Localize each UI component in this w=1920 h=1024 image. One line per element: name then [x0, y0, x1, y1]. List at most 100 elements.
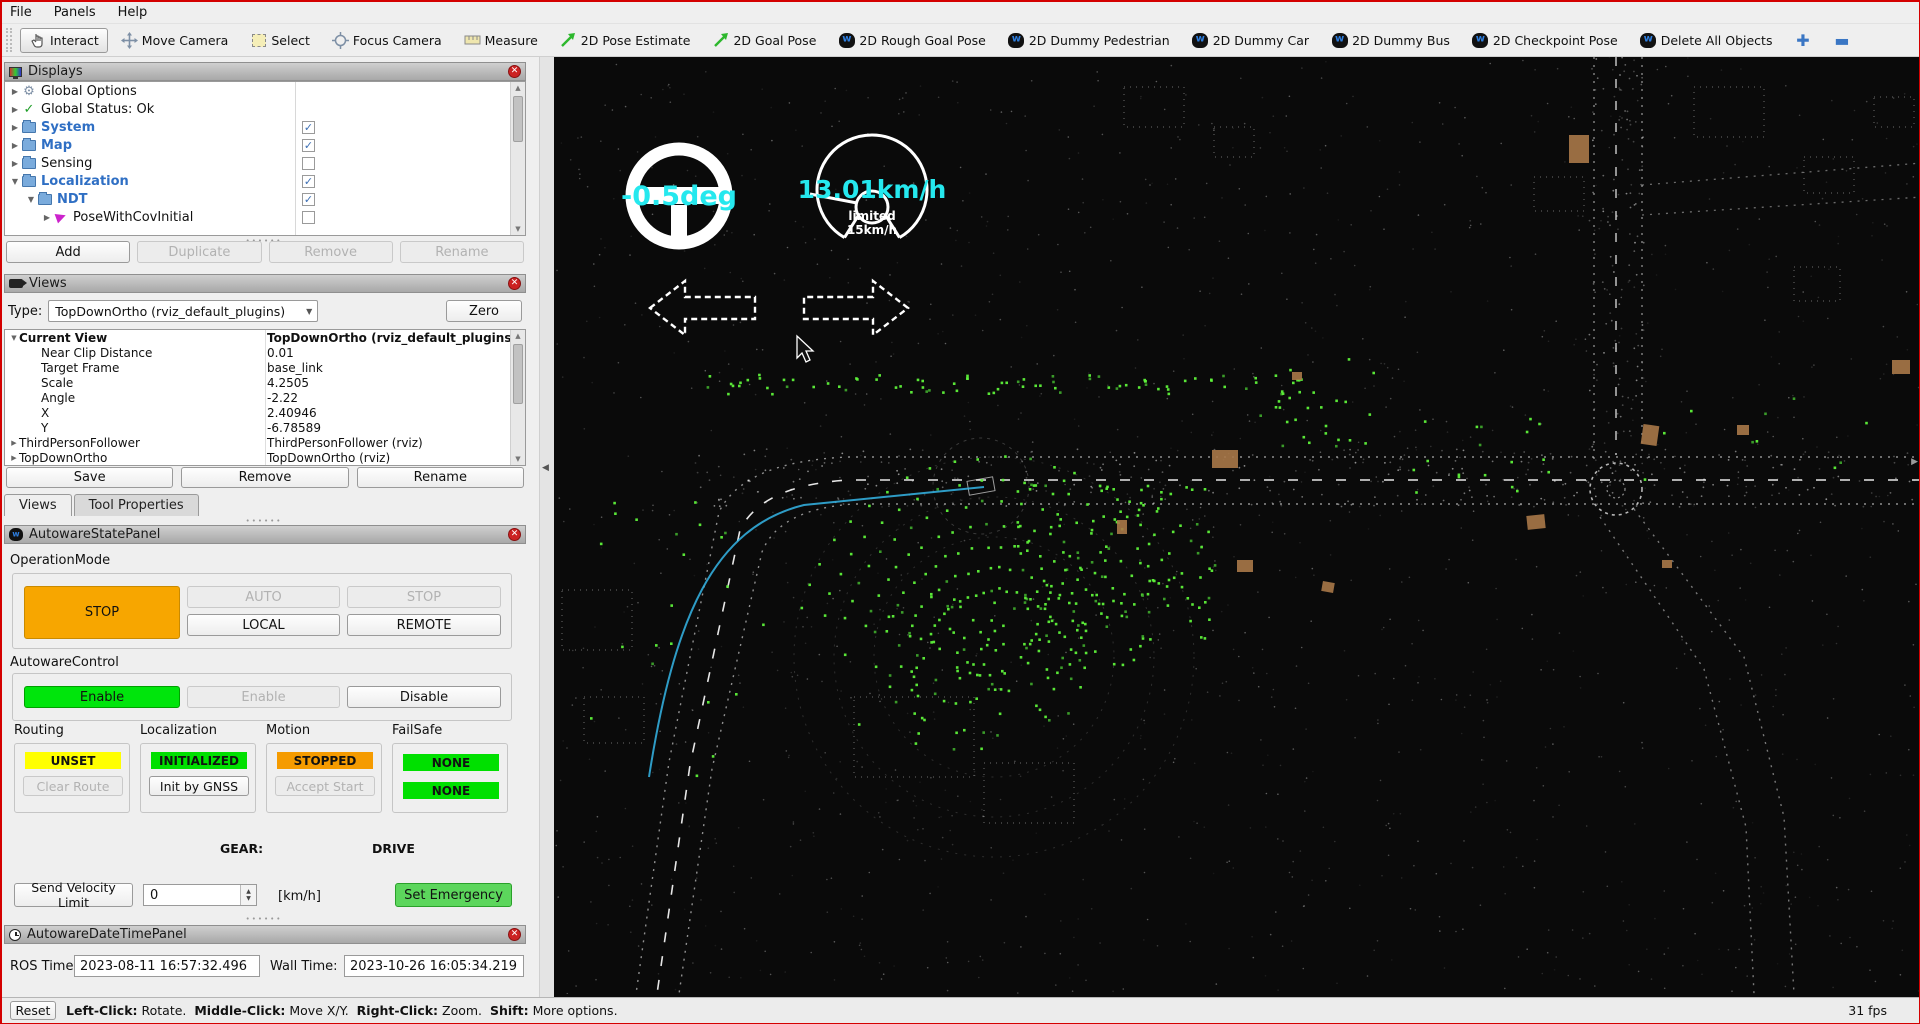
- velocity-limit-spinbox[interactable]: 0 ▲▼: [143, 884, 257, 906]
- spinbox-arrows-icon[interactable]: ▲▼: [240, 885, 256, 905]
- remove-display-button[interactable]: Remove: [269, 241, 393, 263]
- prop-value[interactable]: base_link: [263, 361, 525, 375]
- remove-view-button[interactable]: Remove: [181, 467, 348, 488]
- prop-value[interactable]: -6.78589: [263, 421, 525, 435]
- view-prop-target-frame[interactable]: Target Framebase_link: [5, 360, 525, 375]
- view-prop-near-clip-distance[interactable]: Near Clip Distance0.01: [5, 345, 525, 360]
- control-enable-button[interactable]: Enable: [24, 686, 180, 708]
- tool-measure-button[interactable]: Measure: [455, 28, 547, 53]
- tree-row-checkbox[interactable]: ✓: [302, 193, 315, 206]
- collapse-right-icon[interactable]: ▶: [1911, 457, 1918, 467]
- tool-2d-dummy-car-button[interactable]: w2D Dummy Car: [1183, 28, 1318, 53]
- collapse-arrow-icon[interactable]: ▶: [9, 141, 21, 150]
- close-icon[interactable]: ✕: [508, 528, 521, 541]
- tool-2d-goal-pose-button[interactable]: 2D Goal Pose: [703, 28, 825, 53]
- view-prop-y[interactable]: Y-6.78589: [5, 420, 525, 435]
- set-emergency-button[interactable]: Set Emergency: [395, 883, 512, 907]
- tree-row-checkbox[interactable]: ✓: [302, 139, 315, 152]
- tool-minus-button[interactable]: ▬: [1824, 28, 1859, 53]
- view-prop-x[interactable]: X2.40946: [5, 405, 525, 420]
- tree-row-localization[interactable]: ▼Localization✓: [5, 172, 525, 190]
- ros-time-field[interactable]: 2023-08-11 16:57:32.496: [74, 955, 260, 977]
- tab-views[interactable]: Views: [4, 494, 72, 516]
- tree-row-system[interactable]: ▶System✓: [5, 118, 525, 136]
- tree-row-checkbox[interactable]: ✓: [302, 175, 315, 188]
- collapse-arrow-icon[interactable]: ▶: [9, 105, 21, 114]
- prop-value[interactable]: -2.22: [263, 391, 525, 405]
- prop-value[interactable]: TopDownOrtho (rviz_default_plugins: [263, 331, 525, 345]
- menu-file[interactable]: File: [10, 5, 32, 20]
- menu-help[interactable]: Help: [118, 5, 148, 20]
- tool-plus-button[interactable]: ✚: [1785, 28, 1820, 53]
- reset-button[interactable]: Reset: [10, 1001, 56, 1020]
- operation-local-button[interactable]: LOCAL: [187, 614, 340, 636]
- prop-value[interactable]: TopDownOrtho (rviz): [263, 451, 525, 465]
- collapse-arrow-icon[interactable]: ▶: [9, 87, 21, 96]
- rename-view-button[interactable]: Rename: [357, 467, 524, 488]
- close-icon[interactable]: ✕: [508, 928, 521, 941]
- tree-row-checkbox[interactable]: [302, 211, 315, 224]
- rename-display-button[interactable]: Rename: [400, 241, 524, 263]
- expand-arrow-icon[interactable]: ▼: [9, 177, 21, 186]
- tool-2d-dummy-bus-button[interactable]: w2D Dummy Bus: [1322, 28, 1459, 53]
- displays-panel-titlebar[interactable]: Displays ✕: [4, 62, 526, 81]
- collapse-left-icon[interactable]: ◀: [542, 463, 549, 473]
- tool-select-button[interactable]: Select: [241, 28, 319, 53]
- displays-tree-scrollbar[interactable]: ▲▼: [510, 82, 525, 235]
- expand-arrow-icon[interactable]: ▼: [25, 195, 37, 204]
- collapse-arrow-icon[interactable]: ▶: [9, 159, 21, 168]
- view-prop-topdownortho[interactable]: ▶TopDownOrthoTopDownOrtho (rviz): [5, 450, 525, 465]
- autoware-state-panel-titlebar[interactable]: w AutowareStatePanel ✕: [4, 525, 526, 544]
- tool-interact-button[interactable]: Interact: [20, 28, 108, 53]
- tree-row-map[interactable]: ▶Map✓: [5, 136, 525, 154]
- duplicate-display-button[interactable]: Duplicate: [137, 241, 261, 263]
- init-by-gnss-button[interactable]: Init by GNSS: [149, 776, 249, 796]
- splitter-handle[interactable]: ••••••: [2, 517, 526, 525]
- tree-row-global-options[interactable]: ▶⚙Global Options: [5, 82, 525, 100]
- zero-button[interactable]: Zero: [446, 300, 522, 322]
- row-arrow-icon[interactable]: ▼: [9, 334, 19, 342]
- row-arrow-icon[interactable]: ▶: [9, 454, 19, 462]
- tool-2d-dummy-pedestrian-button[interactable]: w2D Dummy Pedestrian: [999, 28, 1179, 53]
- view-prop-scale[interactable]: Scale4.2505: [5, 375, 525, 390]
- operation-auto-button[interactable]: AUTO: [187, 586, 340, 608]
- collapse-arrow-icon[interactable]: ▶: [41, 213, 53, 222]
- tree-row-posewithcovinitial[interactable]: ▶PoseWithCovInitial: [5, 208, 525, 226]
- view-type-combobox[interactable]: TopDownOrtho (rviz_default_plugins) ▼: [48, 300, 318, 322]
- tool-delete-all-objects-button[interactable]: wDelete All Objects: [1631, 28, 1782, 53]
- menu-panels[interactable]: Panels: [54, 5, 96, 20]
- close-icon[interactable]: ✕: [508, 277, 521, 290]
- close-icon[interactable]: ✕: [508, 65, 521, 78]
- views-panel-titlebar[interactable]: Views ✕: [4, 274, 526, 293]
- tool-2d-rough-goal-pose-button[interactable]: w2D Rough Goal Pose: [829, 28, 994, 53]
- tree-row-checkbox[interactable]: [302, 157, 315, 170]
- prop-value[interactable]: 2.40946: [263, 406, 525, 420]
- tool-focus-camera-button[interactable]: Focus Camera: [323, 28, 451, 53]
- tree-row-checkbox[interactable]: ✓: [302, 121, 315, 134]
- control-disable-button[interactable]: Disable: [347, 686, 501, 708]
- toolbar-grip[interactable]: [6, 28, 12, 52]
- clear-route-button[interactable]: Clear Route: [23, 776, 123, 796]
- 3d-viewport[interactable]: -0.5deg 13.01km/h limited15km/h ▶: [554, 57, 1919, 997]
- tool-2d-checkpoint-pose-button[interactable]: w2D Checkpoint Pose: [1463, 28, 1627, 53]
- control-enable-disabled-button[interactable]: Enable: [187, 686, 340, 708]
- row-arrow-icon[interactable]: ▶: [9, 439, 19, 447]
- collapse-arrow-icon[interactable]: ▶: [9, 123, 21, 132]
- view-prop-current-view[interactable]: ▼Current ViewTopDownOrtho (rviz_default_…: [5, 330, 525, 345]
- tree-row-sensing[interactable]: ▶Sensing: [5, 154, 525, 172]
- views-table-scrollbar[interactable]: ▲▼: [510, 330, 525, 465]
- save-view-button[interactable]: Save: [6, 467, 173, 488]
- prop-value[interactable]: 4.2505: [263, 376, 525, 390]
- splitter-handle[interactable]: ••••••: [2, 915, 526, 923]
- panel-collapse-strip[interactable]: ◀: [539, 57, 554, 997]
- view-prop-angle[interactable]: Angle-2.22: [5, 390, 525, 405]
- tree-row-global-status-ok[interactable]: ▶✓Global Status: Ok: [5, 100, 525, 118]
- operation-remote-button[interactable]: REMOTE: [347, 614, 501, 636]
- tab-tool-properties[interactable]: Tool Properties: [74, 494, 199, 516]
- add-display-button[interactable]: Add: [6, 241, 130, 263]
- accept-start-button[interactable]: Accept Start: [275, 776, 375, 796]
- wall-time-field[interactable]: 2023-10-26 16:05:34.219: [344, 955, 524, 977]
- send-velocity-limit-button[interactable]: Send Velocity Limit: [14, 883, 133, 907]
- tool-move-camera-button[interactable]: Move Camera: [112, 28, 238, 53]
- tool-2d-pose-estimate-button[interactable]: 2D Pose Estimate: [551, 28, 700, 53]
